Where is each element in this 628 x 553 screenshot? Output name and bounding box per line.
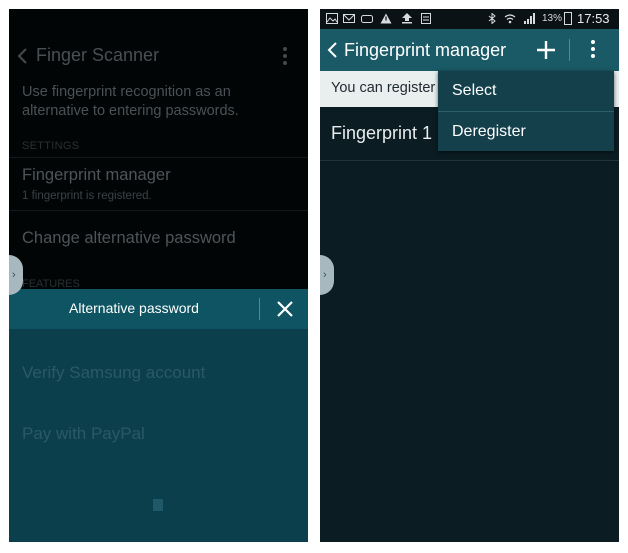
voicemail-icon: [361, 15, 373, 23]
finger-scanner-header: Finger Scanner: [9, 35, 308, 79]
scanner-description: Use fingerprint recognition as an altern…: [22, 84, 239, 119]
alternative-password-panel: Alternative password Verify Samsung acco…: [9, 289, 308, 542]
right-screen: 13% 17:53 Fingerprint manager You can re…: [320, 9, 619, 542]
background-item: Verify Samsung account: [22, 363, 206, 382]
left-screen: Finger Scanner Use fingerprint recogniti…: [9, 9, 308, 542]
document-icon: [421, 13, 431, 24]
chevron-left-icon[interactable]: [15, 46, 31, 66]
chevron-left-icon[interactable]: [326, 40, 340, 60]
page-title: Finger Scanner: [36, 45, 160, 65]
setting-item-title: Change alternative password: [22, 229, 236, 247]
fingerprint-label: Fingerprint 1: [331, 123, 433, 143]
setting-item-subtitle: 1 fingerprint is registered.: [22, 190, 152, 202]
divider: [9, 210, 308, 211]
info-text: You can register: [331, 80, 436, 96]
divider: [320, 160, 619, 161]
signal-icon: [524, 13, 535, 24]
setting-item-title: Fingerprint manager: [22, 166, 171, 184]
chevron-right-icon: ›: [12, 269, 16, 281]
gmail-icon: [343, 14, 355, 23]
chevron-right-icon: ›: [323, 269, 327, 281]
menu-item-deregister[interactable]: Deregister: [438, 112, 614, 152]
menu-item-select[interactable]: Select: [438, 71, 614, 111]
warning-icon: [380, 13, 392, 24]
more-vertical-icon[interactable]: [588, 40, 598, 62]
menu-item-label: Select: [452, 82, 497, 99]
divider: [569, 39, 570, 61]
action-bar: Fingerprint manager: [320, 29, 619, 71]
upload-icon: [402, 13, 412, 24]
battery-percentage: 13%: [542, 13, 563, 24]
dialog-title-bar: Alternative password: [9, 289, 308, 329]
wifi-icon: [504, 14, 516, 24]
more-vertical-icon[interactable]: [277, 47, 293, 69]
divider: [9, 157, 308, 158]
section-header-settings: SETTINGS: [22, 140, 80, 152]
background-item: Pay with PayPal: [22, 424, 145, 443]
status-time: 17:53: [577, 11, 610, 26]
trash-icon: [153, 499, 163, 511]
dialog-title: Alternative password: [69, 300, 199, 316]
gallery-icon: [326, 13, 338, 24]
divider: [259, 298, 260, 320]
bluetooth-icon: [488, 13, 496, 24]
page-title: Fingerprint manager: [344, 40, 507, 60]
overflow-menu: Select Deregister: [438, 71, 614, 151]
close-icon[interactable]: [274, 298, 296, 320]
status-bar: 13% 17:53: [320, 9, 619, 29]
battery-icon: [564, 12, 572, 25]
plus-icon[interactable]: [535, 39, 557, 61]
menu-item-label: Deregister: [452, 123, 526, 140]
